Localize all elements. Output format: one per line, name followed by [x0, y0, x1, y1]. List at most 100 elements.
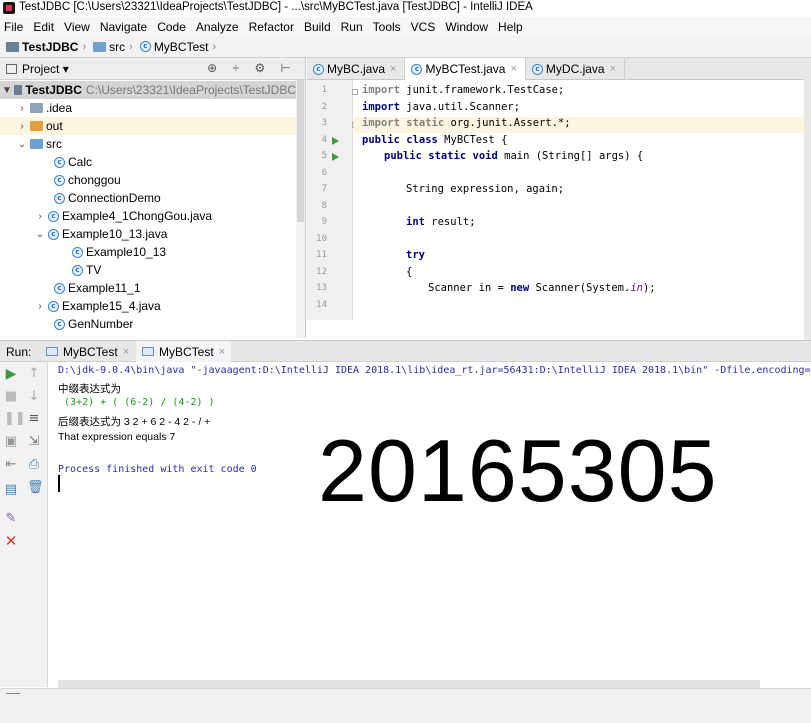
- editor-right-strip: [804, 58, 811, 340]
- java-class-icon: [139, 41, 151, 52]
- chevron-right-icon[interactable]: ›: [16, 103, 28, 114]
- run-main-icon[interactable]: [332, 153, 339, 161]
- stop-icon[interactable]: ■: [4, 390, 18, 404]
- java-class-icon: [411, 63, 423, 75]
- tree-item-gennumber[interactable]: GenNumber: [0, 315, 296, 333]
- menu-analyze[interactable]: Analyze: [196, 20, 239, 34]
- tree-item-example10-class[interactable]: Example10_13: [0, 243, 296, 261]
- code-line-4: public class MyBCTest {: [362, 134, 508, 146]
- console-infix-label: 中缀表达式为: [58, 383, 121, 395]
- project-panel-header: Project ▾ ⊕ ÷ ⚙ ⊢: [0, 58, 306, 80]
- menu-window[interactable]: Window: [445, 20, 488, 34]
- print-icon[interactable]: ⎙: [27, 458, 41, 472]
- up-arrow-icon[interactable]: ↑: [27, 367, 41, 381]
- tab-mybc[interactable]: MyBC.java×: [307, 58, 406, 80]
- tree-scrollbar-thumb[interactable]: [297, 80, 304, 222]
- tree-item-chonggou[interactable]: chonggou: [0, 171, 296, 189]
- close-icon[interactable]: ×: [390, 63, 396, 75]
- code-editor[interactable]: 1 2 3 4 5 6 7 8 9 10 11 12 13 14 import …: [307, 80, 804, 320]
- console-infix-expression: (3+2) + ( (6-2) / (4-2) ): [58, 397, 215, 408]
- tree-item-example11[interactable]: Example11_1: [0, 279, 296, 297]
- close-icon[interactable]: ×: [510, 63, 516, 75]
- code-line-7: String expression, again;: [406, 183, 565, 195]
- menu-code[interactable]: Code: [157, 20, 186, 34]
- pause-icon[interactable]: ❚❚: [4, 412, 26, 426]
- tree-item-connectiondemo[interactable]: ConnectionDemo: [0, 189, 296, 207]
- chevron-down-icon[interactable]: ⌄: [34, 229, 46, 240]
- chevron-right-icon[interactable]: ›: [16, 121, 28, 132]
- tree-item-calc[interactable]: Calc: [0, 153, 296, 171]
- console-output[interactable]: D:\jdk-9.0.4\bin\java "-javaagent:D:\Int…: [48, 362, 811, 687]
- chevron-right-icon[interactable]: ›: [34, 301, 46, 312]
- tab-mydc[interactable]: MyDC.java×: [526, 58, 626, 80]
- menu-view[interactable]: View: [64, 20, 90, 34]
- tree-item-project-root[interactable]: ▼ TestJDBC C:\Users\23321\IdeaProjects\T…: [0, 81, 296, 99]
- layout-icon[interactable]: ▤: [4, 483, 18, 497]
- close-icon[interactable]: ✕: [4, 534, 18, 549]
- clear-all-icon[interactable]: 🗑: [27, 481, 44, 495]
- chevron-down-icon[interactable]: ▼: [2, 85, 12, 96]
- code-line-9: int result;: [406, 216, 476, 228]
- code-line-12: try: [406, 249, 425, 261]
- code-line-13: {: [406, 266, 413, 278]
- down-arrow-icon[interactable]: ↓: [27, 390, 41, 404]
- java-class-icon: [54, 174, 65, 186]
- java-file-icon: [48, 228, 59, 240]
- soft-wrap-icon[interactable]: ≡: [27, 412, 41, 426]
- java-file-icon: [48, 210, 59, 222]
- menu-file[interactable]: File: [4, 20, 23, 34]
- tree-scrollbar[interactable]: [296, 80, 305, 338]
- run-tab-1[interactable]: MyBCTest ×: [40, 341, 135, 362]
- project-view-selector[interactable]: Project ▾: [22, 62, 69, 76]
- java-class-icon: [54, 156, 65, 168]
- tree-item-src[interactable]: ⌄ src: [0, 135, 296, 153]
- menu-refactor[interactable]: Refactor: [249, 20, 294, 34]
- dump-threads-icon[interactable]: ▣: [4, 435, 18, 449]
- menu-edit[interactable]: Edit: [33, 20, 54, 34]
- run-config-icon: [46, 347, 58, 356]
- tree-item-tv[interactable]: TV: [0, 261, 296, 279]
- console-horizontal-scrollbar[interactable]: [58, 680, 760, 688]
- status-toggle-icon[interactable]: [6, 693, 20, 694]
- text-caret: [58, 475, 60, 492]
- breadcrumb-file[interactable]: MyBCTest›: [139, 40, 219, 54]
- chevron-down-icon[interactable]: ⌄: [16, 139, 28, 150]
- tree-item-example10-file[interactable]: ⌄ Example10_13.java: [0, 225, 296, 243]
- tree-item-idea[interactable]: › .idea: [0, 99, 296, 117]
- console-postfix-line: 后缀表达式为 3 2 + 6 2 - 4 2 - / +: [58, 416, 211, 428]
- editor-gutter: 1 2 3 4 5 6 7 8 9 10 11 12 13 14: [307, 80, 358, 320]
- menu-navigate[interactable]: Navigate: [100, 20, 147, 34]
- tree-item-out[interactable]: › out: [0, 117, 296, 135]
- scroll-to-end-icon[interactable]: ⇲: [27, 435, 41, 449]
- tree-item-example4[interactable]: › Example4_1ChongGou.java: [0, 207, 296, 225]
- java-file-icon: [48, 300, 59, 312]
- intellij-app-icon: [3, 2, 15, 14]
- menu-build[interactable]: Build: [304, 20, 331, 34]
- close-icon[interactable]: ×: [610, 63, 616, 75]
- menu-run[interactable]: Run: [341, 20, 363, 34]
- java-class-icon: [72, 246, 83, 258]
- tree-item-example15[interactable]: › Example15_4.java: [0, 297, 296, 315]
- tab-mybctest[interactable]: MyBCTest.java×: [405, 58, 526, 80]
- project-panel-tools[interactable]: ⊕ ÷ ⚙ ⊢: [207, 61, 297, 75]
- run-tab-2[interactable]: MyBCTest ×: [136, 341, 232, 362]
- breadcrumb-src[interactable]: src ›: [93, 40, 136, 54]
- chevron-right-icon[interactable]: ›: [34, 211, 46, 222]
- exit-icon[interactable]: ⇤: [4, 458, 18, 472]
- code-line-3: import static org.junit.Assert.*;: [362, 117, 571, 129]
- fold-marker-icon[interactable]: [352, 89, 358, 95]
- close-icon[interactable]: ×: [123, 346, 129, 358]
- java-class-icon: [54, 192, 65, 204]
- close-icon[interactable]: ×: [219, 346, 225, 358]
- breadcrumb-project[interactable]: TestJDBC ›: [6, 40, 89, 54]
- menu-vcs[interactable]: VCS: [411, 20, 436, 34]
- run-class-icon[interactable]: [332, 137, 339, 145]
- breadcrumb: TestJDBC› src› MyBCTest›: [0, 36, 811, 58]
- rerun-icon[interactable]: ▶: [4, 367, 18, 381]
- pin-icon[interactable]: ✎: [4, 512, 18, 526]
- overlay-student-number: 20165305: [318, 421, 718, 520]
- chevron-right-icon: ›: [82, 40, 87, 53]
- menu-tools[interactable]: Tools: [373, 20, 401, 34]
- menu-help[interactable]: Help: [498, 20, 523, 34]
- editor-tab-bar: MyBC.java× MyBCTest.java× MyDC.java×: [307, 58, 804, 80]
